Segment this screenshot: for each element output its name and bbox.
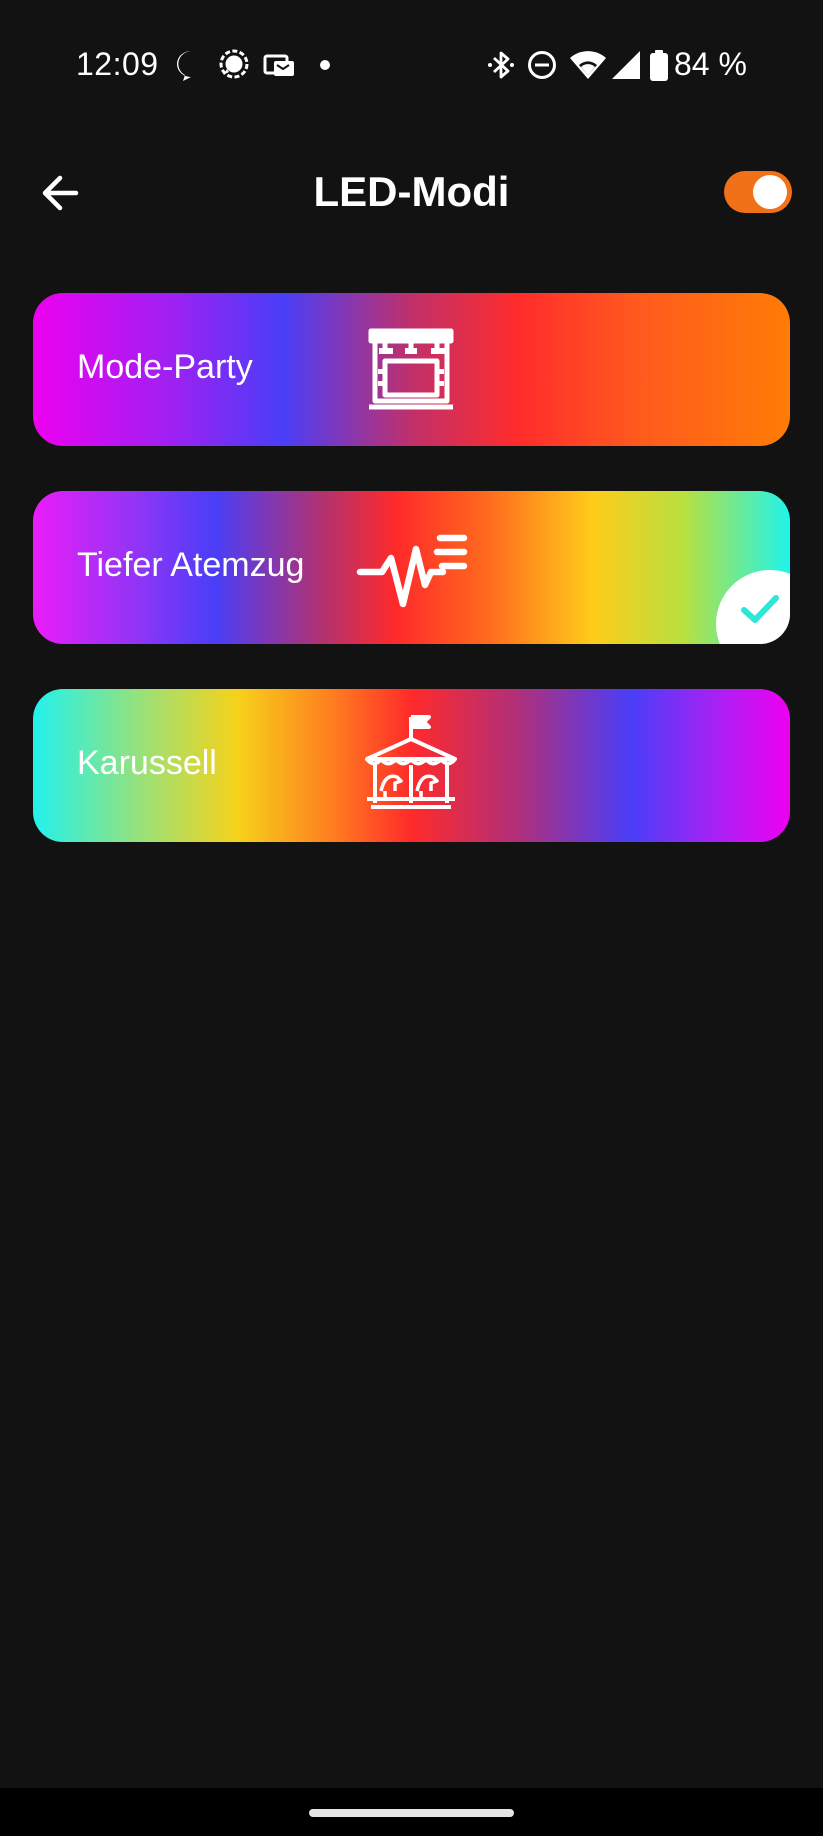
app-bar: LED-Modi bbox=[0, 150, 823, 236]
mode-card-party[interactable]: Mode-Party bbox=[33, 293, 790, 446]
checkmark-icon bbox=[741, 595, 779, 623]
lock-chat-icon bbox=[177, 51, 197, 81]
mode-label: Tiefer Atemzug bbox=[77, 546, 305, 584]
battery-percent: 84 % bbox=[674, 46, 747, 82]
page-title: LED-Modi bbox=[313, 168, 510, 215]
selected-badge bbox=[716, 570, 790, 644]
payment-app-icon bbox=[263, 54, 294, 76]
status-bar: 12:09 84 % bbox=[0, 0, 823, 130]
status-time: 12:09 bbox=[76, 46, 159, 82]
signal-chat-icon bbox=[219, 49, 249, 79]
navigation-bar bbox=[0, 1788, 823, 1836]
mode-label: Mode-Party bbox=[77, 348, 253, 386]
pulse-wave-icon bbox=[356, 534, 468, 608]
led-power-toggle[interactable] bbox=[724, 171, 792, 213]
mode-label: Karussell bbox=[77, 744, 217, 782]
home-indicator[interactable] bbox=[309, 1809, 514, 1817]
stage-lights-icon bbox=[368, 328, 454, 410]
cell-signal-icon bbox=[612, 51, 640, 79]
mode-list: Mode-Party Tiefer Atemzug Karussell bbox=[33, 293, 790, 887]
battery-icon bbox=[650, 50, 668, 81]
toggle-knob bbox=[753, 175, 787, 209]
mode-card-carousel[interactable]: Karussell bbox=[33, 689, 790, 842]
do-not-disturb-icon bbox=[528, 51, 556, 79]
carousel-icon bbox=[365, 715, 457, 809]
more-notifications-dot-icon bbox=[320, 60, 330, 70]
wifi-icon bbox=[570, 51, 606, 79]
bluetooth-icon bbox=[488, 51, 514, 79]
mode-card-deep-breath[interactable]: Tiefer Atemzug bbox=[33, 491, 790, 644]
